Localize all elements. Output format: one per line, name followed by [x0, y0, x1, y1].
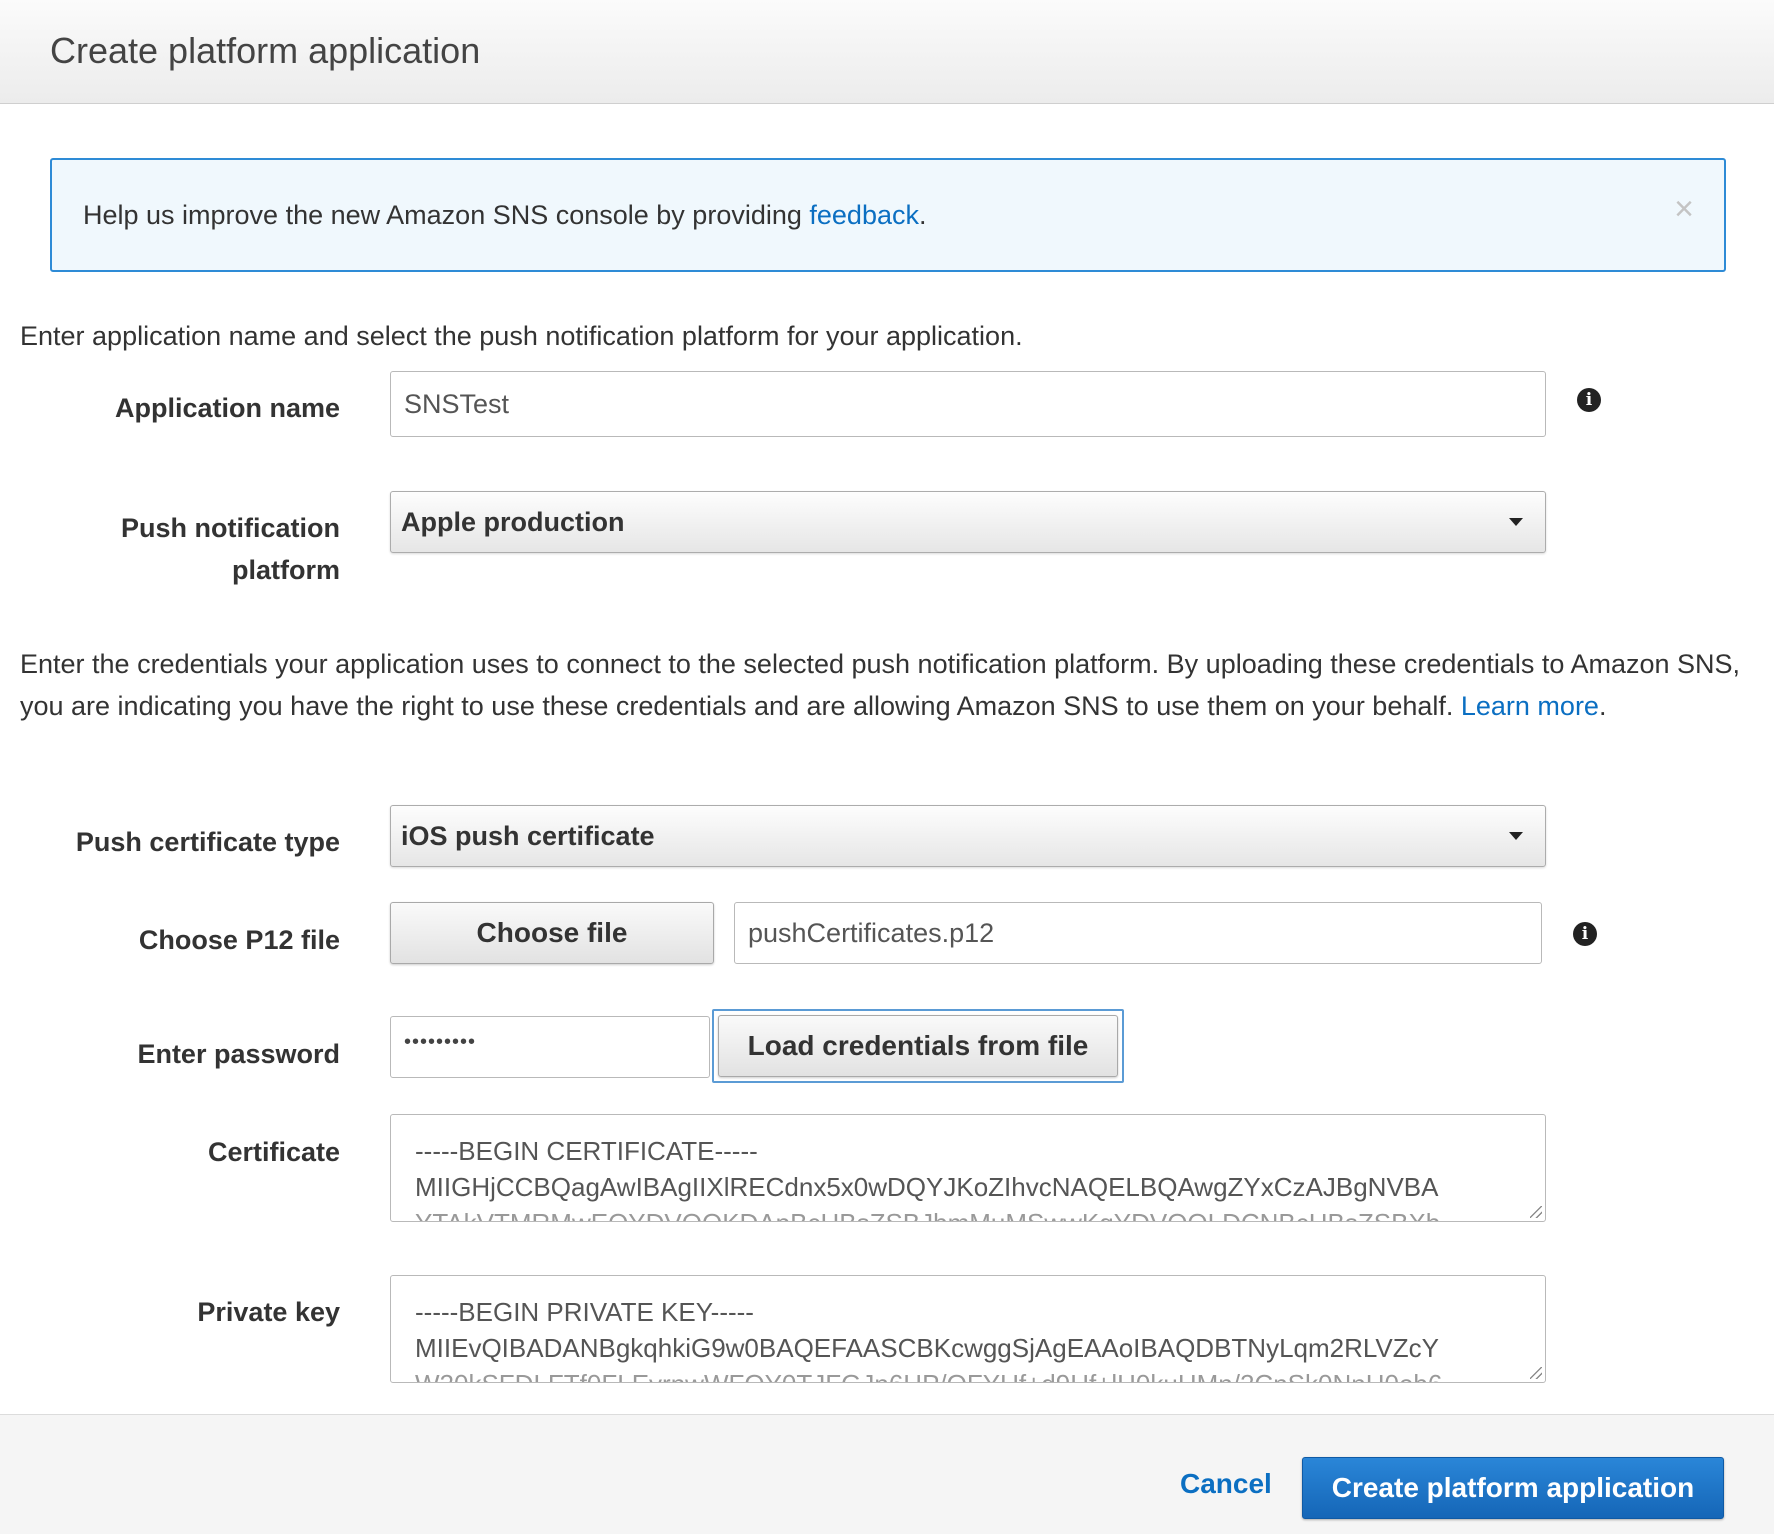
- feedback-link[interactable]: feedback: [809, 200, 919, 230]
- certificate-line-2: MIIGHjCCBQagAwIBAgIIXlRECdnx5x0wDQYJKoZI…: [415, 1172, 1439, 1202]
- banner-text-after: .: [918, 200, 927, 230]
- cert-type-selected: iOS push certificate: [401, 820, 655, 851]
- private-key-textarea[interactable]: -----BEGIN PRIVATE KEY----- MIIEvQIBADAN…: [390, 1275, 1546, 1383]
- banner-message: Help us improve the new Amazon SNS conso…: [83, 200, 927, 231]
- p12-filename: pushCertificates.p12: [748, 917, 995, 948]
- cert-type-select[interactable]: iOS push certificate: [390, 805, 1546, 867]
- password-label: Enter password: [137, 1039, 340, 1069]
- private-key-line-2: MIIEvQIBADANBgkqhkiG9w0BAQEFAASCBKcwggSj…: [415, 1333, 1439, 1363]
- private-key-line-3: W20kSFDLFTf0FLEvrnwWFOY0TJFGJn6HP/OFYUf+…: [415, 1366, 1521, 1382]
- chevron-down-icon: [1509, 832, 1523, 840]
- platform-label: Push notification platform: [20, 507, 340, 591]
- intro-text: Enter application name and select the pu…: [20, 321, 1023, 351]
- resize-handle-icon[interactable]: [1530, 1367, 1542, 1379]
- platform-selected: Apple production: [401, 506, 625, 537]
- private-key-label: Private key: [197, 1297, 340, 1327]
- cert-type-label: Push certificate type: [75, 827, 340, 857]
- password-value: •••••••••: [404, 1031, 477, 1053]
- choose-file-button[interactable]: Choose file: [390, 902, 714, 964]
- certificate-line-3: YTAkVTMRMwEQYDVQQKDApBcHBsZSBJbmMuMSwwKg…: [415, 1205, 1521, 1221]
- private-key-line-1: -----BEGIN PRIVATE KEY-----: [415, 1297, 754, 1327]
- dialog-header: Create platform application: [0, 0, 1774, 104]
- platform-label-line1: Push notification: [121, 513, 340, 543]
- app-name-value: SNSTest: [404, 388, 510, 419]
- dialog-title: Create platform application: [50, 30, 481, 71]
- app-name-input[interactable]: SNSTest: [390, 371, 1546, 437]
- create-platform-application-button[interactable]: Create platform application: [1302, 1457, 1724, 1519]
- info-icon[interactable]: i: [1573, 922, 1597, 946]
- p12-filename-field: pushCertificates.p12: [734, 902, 1542, 964]
- app-name-label: Application name: [114, 393, 340, 423]
- resize-handle-icon[interactable]: [1530, 1206, 1542, 1218]
- p12-label: Choose P12 file: [138, 925, 340, 955]
- credentials-intro: Enter the credentials your application u…: [20, 643, 1750, 727]
- certificate-textarea[interactable]: -----BEGIN CERTIFICATE----- MIIGHjCCBQag…: [390, 1114, 1546, 1222]
- dialog-footer: Cancel Create platform application: [0, 1414, 1774, 1534]
- chevron-down-icon: [1509, 518, 1523, 526]
- info-icon[interactable]: i: [1577, 388, 1601, 412]
- certificate-line-1: -----BEGIN CERTIFICATE-----: [415, 1136, 758, 1166]
- cancel-button[interactable]: Cancel: [1180, 1468, 1272, 1500]
- password-input[interactable]: •••••••••: [390, 1016, 710, 1078]
- load-credentials-button[interactable]: Load credentials from file: [718, 1015, 1118, 1077]
- feedback-banner: Help us improve the new Amazon SNS conso…: [50, 158, 1726, 272]
- platform-label-line2: platform: [232, 555, 340, 585]
- credentials-intro-after: .: [1598, 691, 1607, 721]
- certificate-label: Certificate: [207, 1137, 340, 1167]
- banner-text-before: Help us improve the new Amazon SNS conso…: [83, 200, 810, 230]
- close-icon[interactable]: ×: [1674, 192, 1694, 226]
- platform-select[interactable]: Apple production: [390, 491, 1546, 553]
- learn-more-link[interactable]: Learn more: [1461, 691, 1599, 721]
